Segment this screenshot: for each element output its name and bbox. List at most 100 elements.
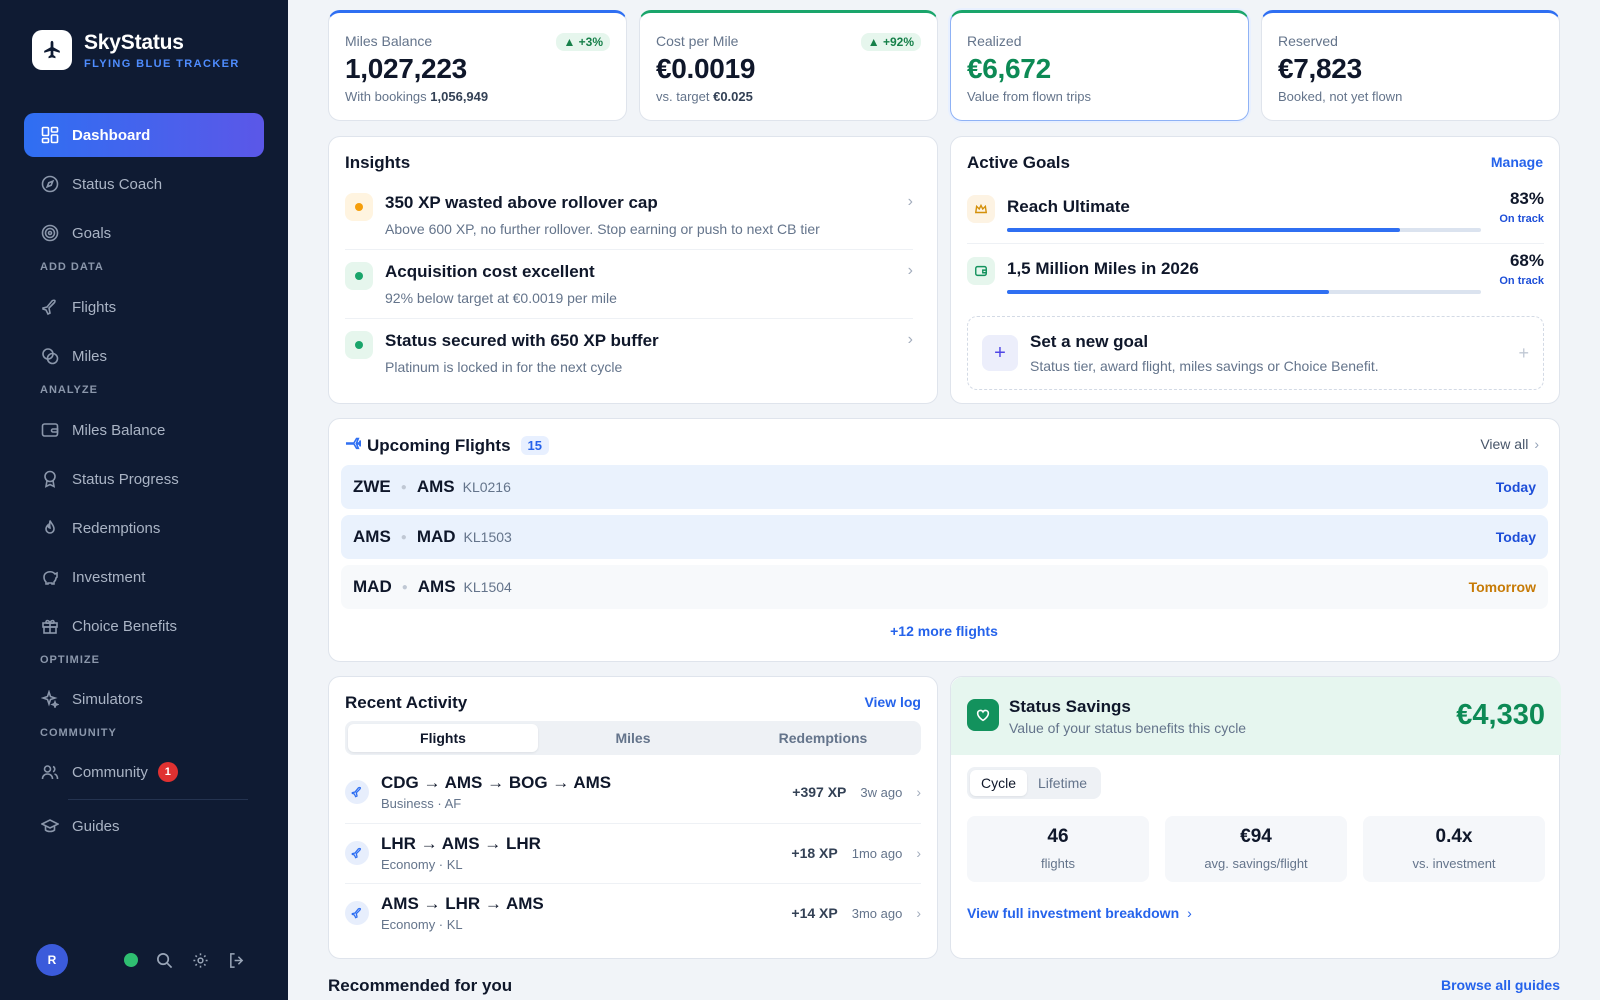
activity-age: 3mo ago xyxy=(851,905,903,921)
kpi-reserved[interactable]: Reserved €7,823 Booked, not yet flown xyxy=(1261,10,1560,121)
insight-item[interactable]: Status secured with 650 XP buffer Platin… xyxy=(345,327,913,395)
flight-row[interactable]: ZWE ● AMS KL0216 Today xyxy=(341,465,1548,509)
route-arrow-icon: ● xyxy=(401,581,408,593)
wallet-icon xyxy=(967,257,995,285)
flight-origin: MAD xyxy=(353,577,392,596)
plane-takeoff-icon xyxy=(345,435,363,456)
chevron-right-icon: › xyxy=(907,193,913,210)
flight-row[interactable]: AMS ● MAD KL1503 Today xyxy=(341,515,1548,559)
flight-origin: ZWE xyxy=(353,477,391,496)
chevron-right-icon: › xyxy=(1187,905,1192,921)
savings-sub: Value of your status benefits this cycle xyxy=(1009,720,1247,736)
activity-tabs: Flights Miles Redemptions xyxy=(345,721,921,755)
chevron-right-icon: › xyxy=(916,784,921,800)
flight-row[interactable]: MAD ● AMS KL1504 Tomorrow xyxy=(341,565,1548,609)
sidebar-item-label: Choice Benefits xyxy=(72,617,178,635)
trend-badge: ▲ +3% xyxy=(556,33,610,51)
tab-miles[interactable]: Miles xyxy=(538,724,728,752)
browse-guides-link[interactable]: Browse all guides xyxy=(1441,977,1560,993)
sidebar-item-community[interactable]: Community 1 xyxy=(24,750,264,794)
avatar[interactable]: R xyxy=(36,944,68,976)
kpi-miles-balance[interactable]: Miles Balance 1,027,223 With bookings 1,… xyxy=(328,10,627,121)
recent-activity-card: Recent Activity View log Flights Miles R… xyxy=(328,676,938,959)
goal-status: On track xyxy=(1499,275,1544,287)
sidebar: SkyStatus FLYING BLUE TRACKER Dashboard … xyxy=(0,0,288,1000)
goal-progress-track xyxy=(1007,290,1481,294)
sidebar-item-status-progress[interactable]: Status Progress xyxy=(24,457,264,501)
more-flights-link[interactable]: +12 more flights xyxy=(329,623,1559,639)
flame-icon xyxy=(40,518,60,538)
activity-route: AMS → LHR → AMS xyxy=(381,894,544,913)
users-icon xyxy=(40,762,60,782)
goals-title: Active Goals xyxy=(967,153,1070,172)
plus-icon: + xyxy=(982,335,1018,371)
sidebar-item-miles-balance[interactable]: Miles Balance xyxy=(24,408,264,452)
activity-xp: +14 XP xyxy=(791,905,838,921)
nav-section-community: COMMUNITY xyxy=(40,727,117,739)
segment-cycle[interactable]: Cycle xyxy=(970,770,1028,796)
activity-item[interactable]: LHR → AMS → LHR Economy · KL +18 XP 1mo … xyxy=(345,824,921,882)
kpi-value: €6,672 xyxy=(967,53,1051,84)
kpi-sub: Booked, not yet flown xyxy=(1278,89,1403,104)
sidebar-item-label: Redemptions xyxy=(72,519,161,537)
settings-gear-icon[interactable] xyxy=(190,950,210,970)
plane-icon xyxy=(345,841,369,865)
chevron-right-icon: › xyxy=(907,262,913,279)
goal-item[interactable]: 1,5 Million Miles in 2026 68% On track xyxy=(967,247,1544,299)
flight-number: KL1503 xyxy=(463,529,512,545)
graduation-cap-icon xyxy=(40,816,60,836)
activity-item[interactable]: CDG → AMS → BOG → AMS Business · AF +397… xyxy=(345,763,921,821)
stat-flights: 46 flights xyxy=(967,816,1149,882)
activity-route: LHR → AMS → LHR xyxy=(381,834,541,853)
tab-flights[interactable]: Flights xyxy=(348,724,538,752)
warning-dot-icon xyxy=(345,193,373,221)
sidebar-item-investment[interactable]: Investment xyxy=(24,555,264,599)
view-log-link[interactable]: View log xyxy=(864,694,921,710)
recommended-title: Recommended for you xyxy=(328,976,513,995)
savings-header: Status Savings Value of your status bene… xyxy=(951,677,1561,755)
insight-desc: Above 600 XP, no further rollover. Stop … xyxy=(385,221,820,237)
sidebar-item-label: Status Coach xyxy=(72,175,163,193)
tab-redemptions[interactable]: Redemptions xyxy=(728,724,918,752)
sidebar-item-guides[interactable]: Guides xyxy=(24,804,264,848)
search-icon[interactable] xyxy=(154,950,174,970)
goal-percent: 83% xyxy=(1509,189,1544,208)
insights-card: Insights 350 XP wasted above rollover ca… xyxy=(328,136,938,404)
goal-percent: 68% xyxy=(1509,251,1544,270)
kpi-cost-per-mile[interactable]: Cost per Mile €0.0019 vs. target €0.025 … xyxy=(639,10,938,121)
goal-status: On track xyxy=(1499,213,1544,225)
view-all-flights-link[interactable]: View all › xyxy=(1480,436,1539,452)
sidebar-item-redemptions[interactable]: Redemptions xyxy=(24,506,264,550)
kpi-realized[interactable]: Realized €6,672 Value from flown trips xyxy=(950,10,1249,121)
activity-item[interactable]: AMS → LHR → AMS Economy · KL +14 XP 3mo … xyxy=(345,884,921,942)
sidebar-item-choice-benefits[interactable]: Choice Benefits xyxy=(24,604,264,648)
new-goal-button[interactable]: + Set a new goal Status tier, award flig… xyxy=(967,316,1544,390)
manage-goals-link[interactable]: Manage xyxy=(1491,154,1543,170)
app-name: SkyStatus xyxy=(84,30,184,54)
plane-logo-icon xyxy=(32,30,72,70)
insight-item[interactable]: Acquisition cost excellent 92% below tar… xyxy=(345,258,913,326)
view-all-label: View all xyxy=(1480,436,1529,452)
sidebar-item-label: Miles xyxy=(72,347,108,365)
sidebar-item-status-coach[interactable]: Status Coach xyxy=(24,162,264,206)
stat-avg-savings: €94 avg. savings/flight xyxy=(1165,816,1347,882)
goal-item[interactable]: Reach Ultimate 83% On track xyxy=(967,185,1544,237)
logout-icon[interactable] xyxy=(226,950,246,970)
kpi-label: Realized xyxy=(967,33,1022,49)
savings-amount: €4,330 xyxy=(1456,699,1545,731)
investment-breakdown-link[interactable]: View full investment breakdown › xyxy=(967,905,1192,921)
chevron-right-icon: › xyxy=(916,845,921,861)
sidebar-item-simulators[interactable]: Simulators xyxy=(24,677,264,721)
success-dot-icon xyxy=(345,331,373,359)
online-status-icon xyxy=(124,953,138,967)
sidebar-item-goals[interactable]: Goals xyxy=(24,211,264,255)
insights-title: Insights xyxy=(345,153,411,172)
insight-item[interactable]: 350 XP wasted above rollover cap Above 6… xyxy=(345,189,913,257)
goal-progress-track xyxy=(1007,228,1481,232)
sidebar-item-dashboard[interactable]: Dashboard xyxy=(24,113,264,157)
sidebar-item-flights[interactable]: Flights xyxy=(24,285,264,329)
segment-lifetime[interactable]: Lifetime xyxy=(1027,770,1098,796)
brand[interactable]: SkyStatus FLYING BLUE TRACKER xyxy=(32,30,240,70)
app-subtitle: FLYING BLUE TRACKER xyxy=(84,57,240,70)
sidebar-item-miles[interactable]: Miles xyxy=(24,334,264,378)
